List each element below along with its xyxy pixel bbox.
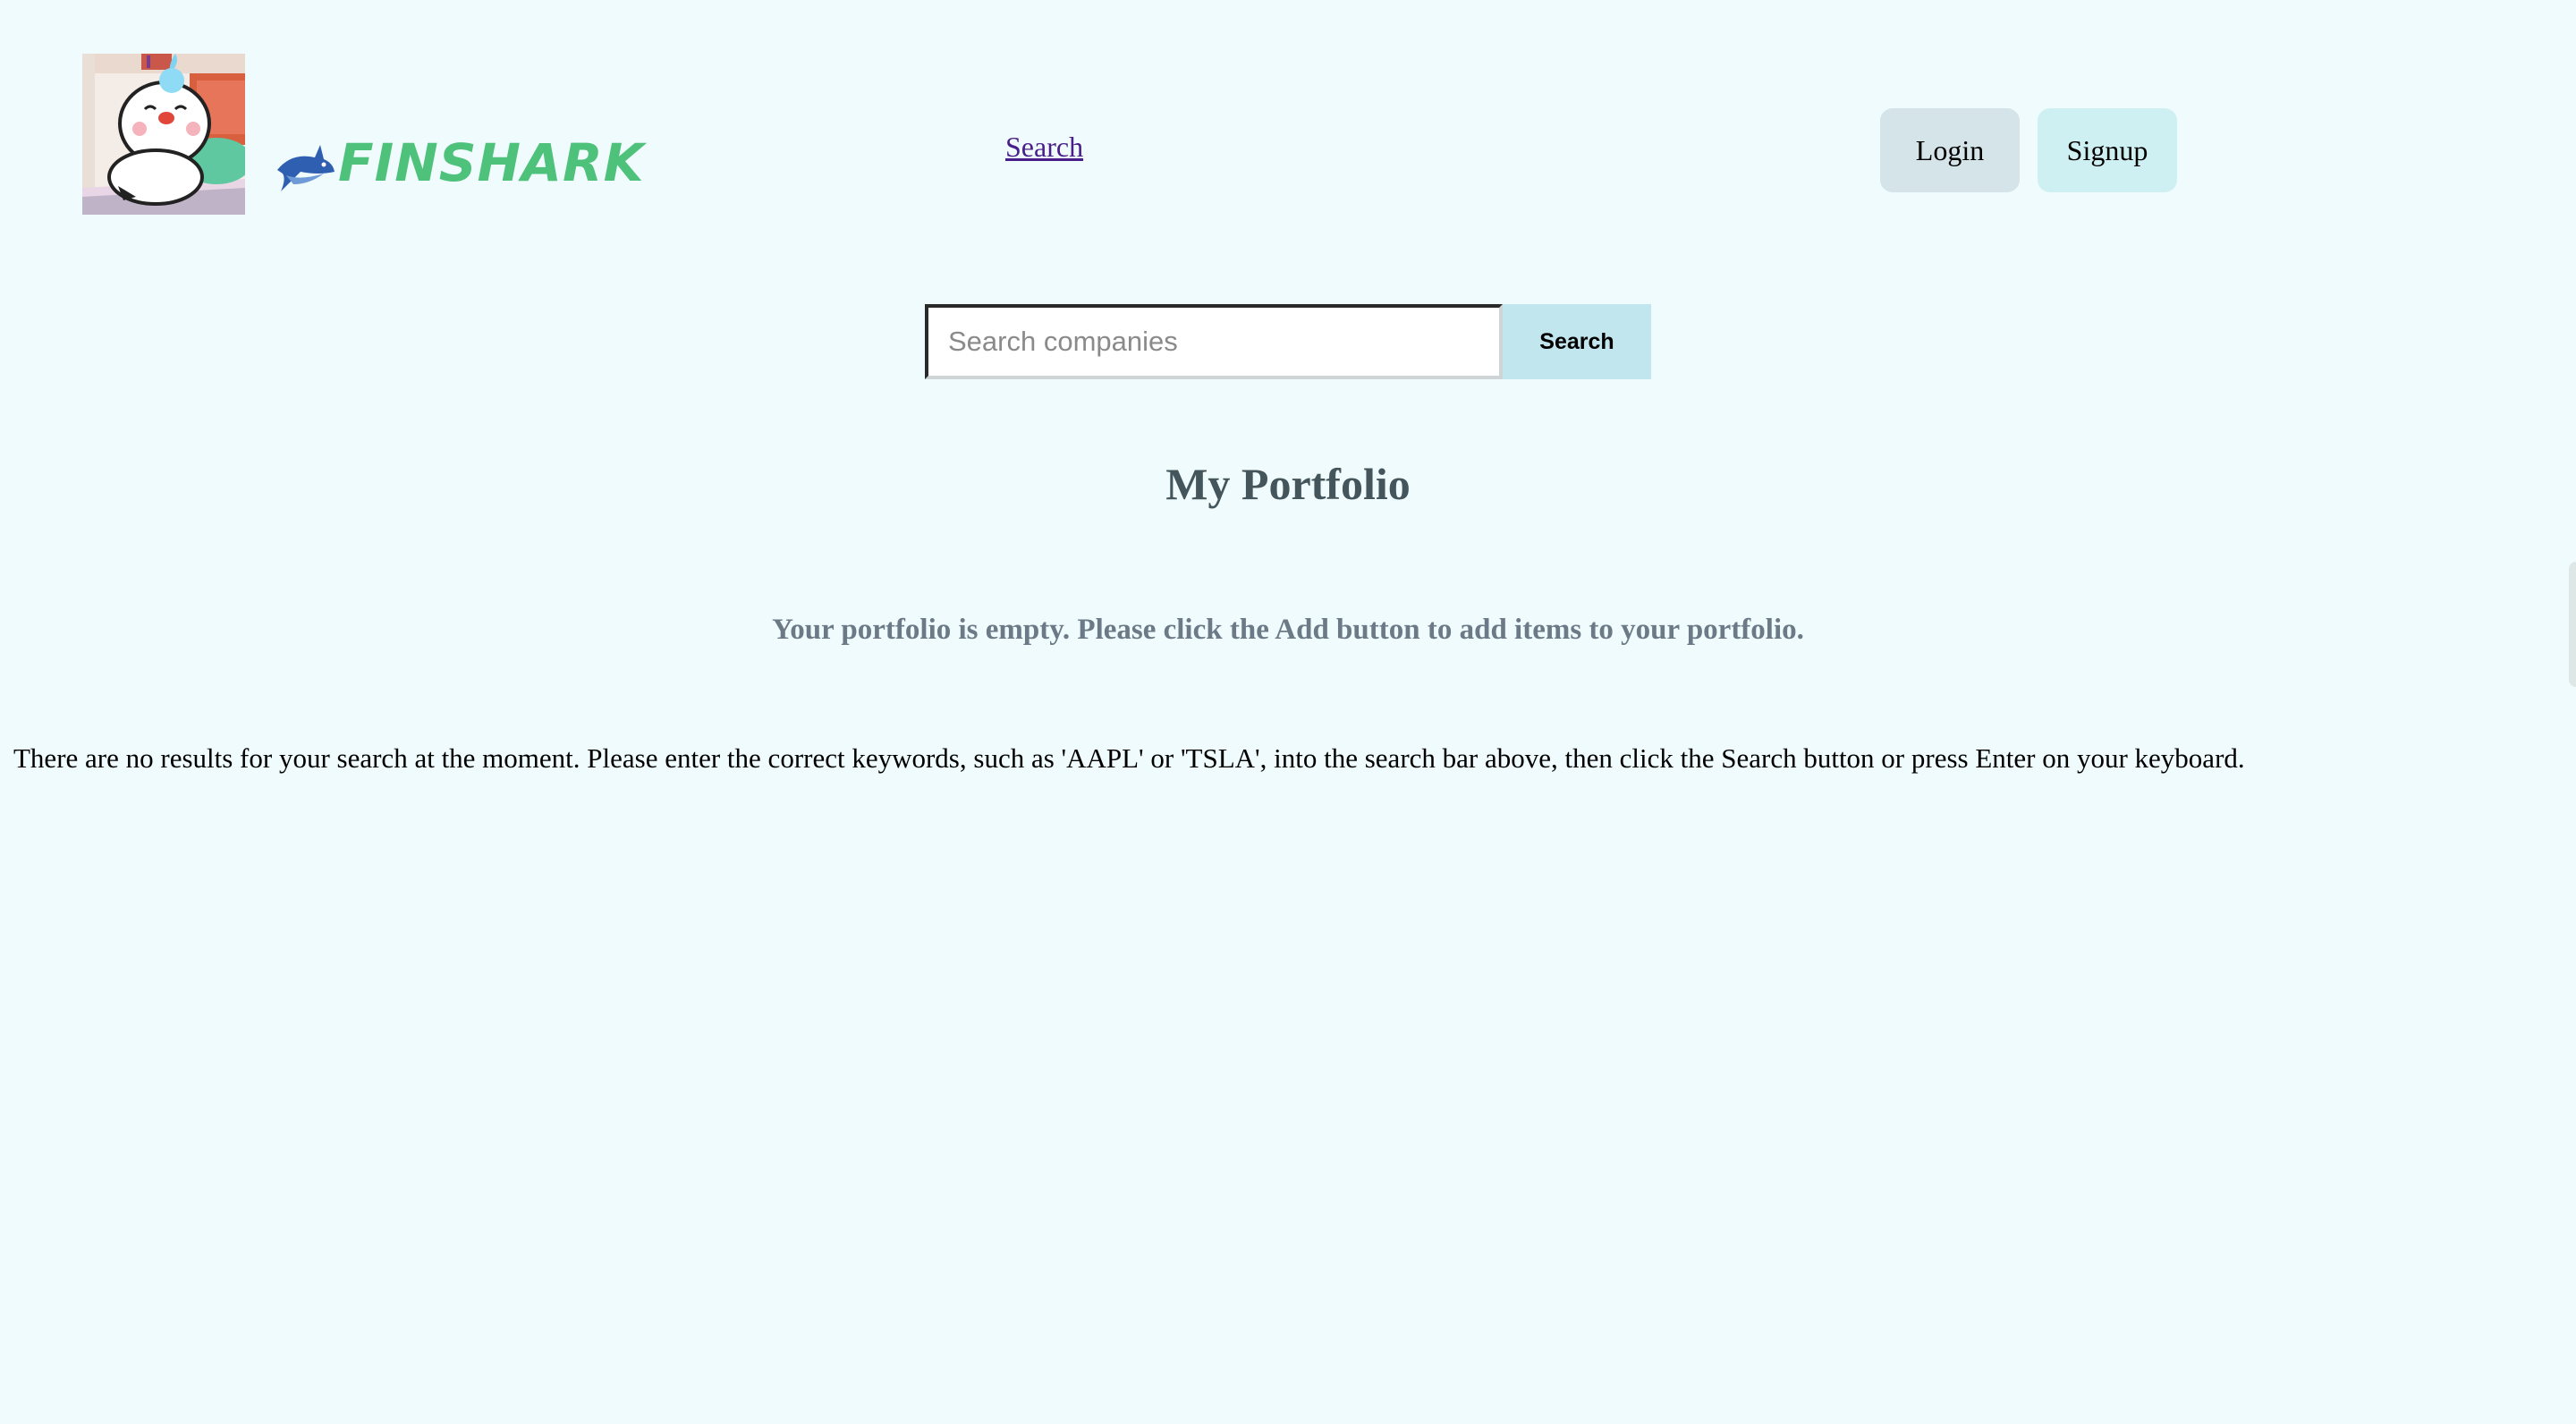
finshark-logo[interactable]: FINSHARK (274, 132, 664, 199)
search-button[interactable]: Search (1503, 304, 1651, 379)
edge-tab[interactable] (2569, 562, 2576, 687)
login-button[interactable]: Login (1880, 108, 2020, 192)
nav-search-link[interactable]: Search (1005, 131, 1083, 164)
no-results-message: There are no results for your search at … (13, 742, 2245, 774)
signup-button[interactable]: Signup (2038, 108, 2177, 192)
search-input[interactable] (925, 304, 1503, 379)
header: FINSHARK Search Login Signup (0, 0, 2576, 233)
shark-icon (277, 145, 335, 191)
portfolio-title: My Portfolio (1165, 459, 1411, 509)
logo-text: FINSHARK (338, 132, 645, 193)
avatar[interactable] (82, 54, 245, 215)
search-form: Search (925, 304, 1651, 379)
avatar-image (82, 54, 245, 215)
page: FINSHARK Search Login Signup Search My P… (0, 0, 2576, 1424)
portfolio-empty-message: Your portfolio is empty. Please click th… (772, 614, 1804, 646)
